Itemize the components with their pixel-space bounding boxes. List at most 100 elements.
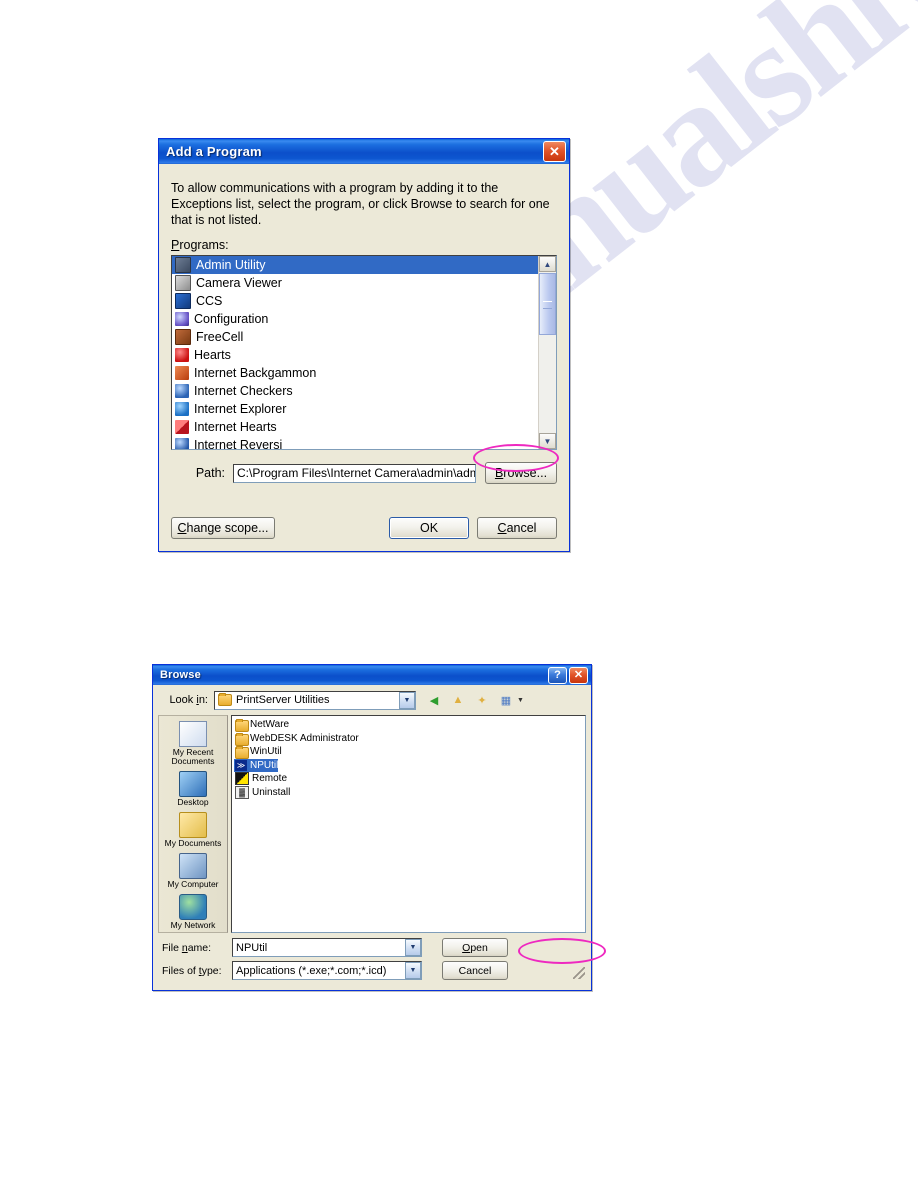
program-list-item[interactable]: Internet Checkers: [172, 382, 539, 400]
file-list-item[interactable]: ≫ NPUtil: [234, 758, 279, 772]
program-list-item[interactable]: Hearts: [172, 346, 539, 364]
admin-utility-icon: [175, 257, 191, 273]
look-in-row: Look in: PrintServer Utilities ▼ ◀ ▲ ✦ ▦ ▼: [158, 689, 586, 711]
file-list[interactable]: NetWare WebDESK Administrator WinUtil ≫ NPUt…: [231, 715, 586, 933]
cancel-button[interactable]: Cancel: [477, 517, 557, 539]
program-list-item[interactable]: Internet Explorer: [172, 400, 539, 418]
browse-main: My Recent Documents Desktop My Documents My…: [158, 715, 586, 933]
views-icon[interactable]: ▦: [496, 691, 516, 710]
browse-button[interactable]: Browse...: [485, 462, 557, 484]
internet-hearts-icon: [175, 420, 189, 434]
chevron-down-icon[interactable]: ▼: [399, 691, 415, 709]
program-list-item[interactable]: Camera Viewer: [172, 274, 539, 292]
browse-body: Look in: PrintServer Utilities ▼ ◀ ▲ ✦ ▦ ▼ M…: [153, 685, 591, 985]
scrollbar-grip: [543, 301, 552, 309]
browse-button-mnemonic: B: [494, 466, 504, 480]
folder-icon: [235, 719, 249, 733]
program-list-item-label: Internet Hearts: [194, 420, 277, 434]
remote-application-icon: [235, 772, 249, 786]
scrollbar-thumb[interactable]: [539, 273, 556, 335]
place-item[interactable]: My Documents: [160, 810, 226, 849]
browse-titlebar: Browse ? ✕: [153, 665, 591, 685]
chevron-down-icon[interactable]: ▼: [405, 939, 421, 956]
program-list-item[interactable]: FreeCell: [172, 328, 539, 346]
add-program-titlebar: Add a Program ✕: [159, 139, 569, 164]
file-list-item-label: NetWare: [250, 719, 290, 731]
close-icon[interactable]: ✕: [569, 666, 588, 684]
internet-explorer-icon: [175, 402, 189, 416]
place-item-label: My Documents: [164, 838, 222, 848]
scroll-up-icon[interactable]: ▲: [539, 256, 556, 272]
file-type-value: Applications (*.exe;*.com;*.icd): [236, 964, 387, 977]
file-list-item[interactable]: NetWare: [234, 718, 290, 733]
help-icon[interactable]: ?: [548, 666, 567, 684]
internet-reversi-icon: [175, 438, 189, 449]
place-item-label: Desktop: [177, 797, 209, 807]
program-list-item[interactable]: Admin Utility: [172, 256, 539, 274]
add-program-buttons: Change scope... OK Cancel: [171, 517, 557, 539]
open-mnemonic: O: [462, 941, 471, 954]
program-list-item[interactable]: Internet Reversi: [172, 436, 539, 449]
path-input[interactable]: C:\Program Files\Internet Camera\admin\a…: [233, 463, 476, 483]
open-button[interactable]: Open: [442, 938, 508, 957]
views-dropdown-icon[interactable]: ▼: [517, 697, 524, 704]
place-item-label: My Network: [170, 920, 216, 930]
program-list-item-label: Internet Checkers: [194, 384, 293, 398]
file-name-value: NPUtil: [236, 941, 268, 954]
programs-scrollbar[interactable]: ▲ ▼: [538, 256, 556, 449]
file-type-combo[interactable]: Applications (*.exe;*.com;*.icd) ▼: [232, 961, 422, 980]
file-type-label: Files of type:: [162, 964, 222, 977]
place-item[interactable]: My Computer: [160, 851, 226, 890]
file-list-item[interactable]: Remote: [234, 772, 287, 786]
program-list-item[interactable]: Configuration: [172, 310, 539, 328]
configuration-icon: [175, 312, 189, 326]
program-list-item[interactable]: CCS: [172, 292, 539, 310]
uninstall-application-icon: ▓: [235, 785, 249, 799]
hearts-icon: [175, 348, 189, 362]
file-list-item[interactable]: WebDESK Administrator: [234, 732, 359, 746]
file-list-item[interactable]: ▓ Uninstall: [234, 785, 290, 800]
cancel-button[interactable]: Cancel: [442, 961, 508, 980]
program-list-item-label: Internet Explorer: [194, 402, 287, 416]
up-one-level-icon[interactable]: ▲: [448, 691, 468, 710]
back-icon[interactable]: ◀: [424, 691, 444, 710]
programs-list[interactable]: Admin Utility Camera Viewer CCS Configurati…: [172, 256, 539, 449]
browse-title: Browse: [160, 669, 201, 681]
freecell-icon: [175, 329, 191, 345]
file-list-item-label: WebDESK Administrator: [250, 732, 359, 744]
program-list-item-label: CCS: [196, 294, 223, 308]
place-item-label: My Computer: [167, 879, 219, 889]
folder-icon: [218, 693, 232, 706]
internet-backgammon-icon: [175, 366, 189, 380]
program-list-item-label: Camera Viewer: [196, 276, 282, 290]
new-folder-icon[interactable]: ✦: [472, 691, 492, 710]
desktop-icon: [179, 771, 207, 797]
chevron-down-icon[interactable]: ▼: [405, 962, 421, 979]
program-list-item-label: Configuration: [194, 312, 269, 326]
file-name-input[interactable]: NPUtil ▼: [232, 938, 422, 957]
place-item[interactable]: Desktop: [160, 769, 226, 808]
file-type-row: Files of type: Applications (*.exe;*.com…: [158, 961, 586, 980]
file-name-label: File name:: [162, 941, 212, 954]
look-in-combo[interactable]: PrintServer Utilities ▼: [214, 690, 416, 710]
scroll-down-icon[interactable]: ▼: [539, 433, 556, 449]
add-program-body: To allow communications with a program b…: [159, 164, 569, 551]
look-in-value: PrintServer Utilities: [236, 694, 330, 706]
program-list-item[interactable]: Internet Backgammon: [172, 364, 539, 382]
ok-button[interactable]: OK: [389, 517, 469, 539]
programs-label: Programs:: [171, 238, 229, 252]
browse-bottom: File name: NPUtil ▼ Open Files of type: …: [158, 938, 586, 980]
file-list-item-label: WinUtil: [250, 746, 282, 758]
browse-toolbar: ◀ ▲ ✦ ▦ ▼: [424, 691, 524, 710]
close-icon[interactable]: ✕: [543, 141, 566, 162]
file-list-item[interactable]: WinUtil: [234, 745, 282, 760]
change-scope-button[interactable]: Change scope...: [171, 517, 275, 539]
add-program-title: Add a Program: [166, 144, 262, 159]
place-item[interactable]: My Recent Documents: [160, 719, 226, 767]
resize-grip-icon[interactable]: [573, 967, 585, 979]
place-item[interactable]: My Network: [160, 892, 226, 931]
program-list-item-label: Admin Utility: [196, 258, 266, 272]
my-computer-icon: [179, 853, 207, 879]
programs-listbox[interactable]: Admin Utility Camera Viewer CCS Configurati…: [171, 255, 557, 450]
program-list-item[interactable]: Internet Hearts: [172, 418, 539, 436]
